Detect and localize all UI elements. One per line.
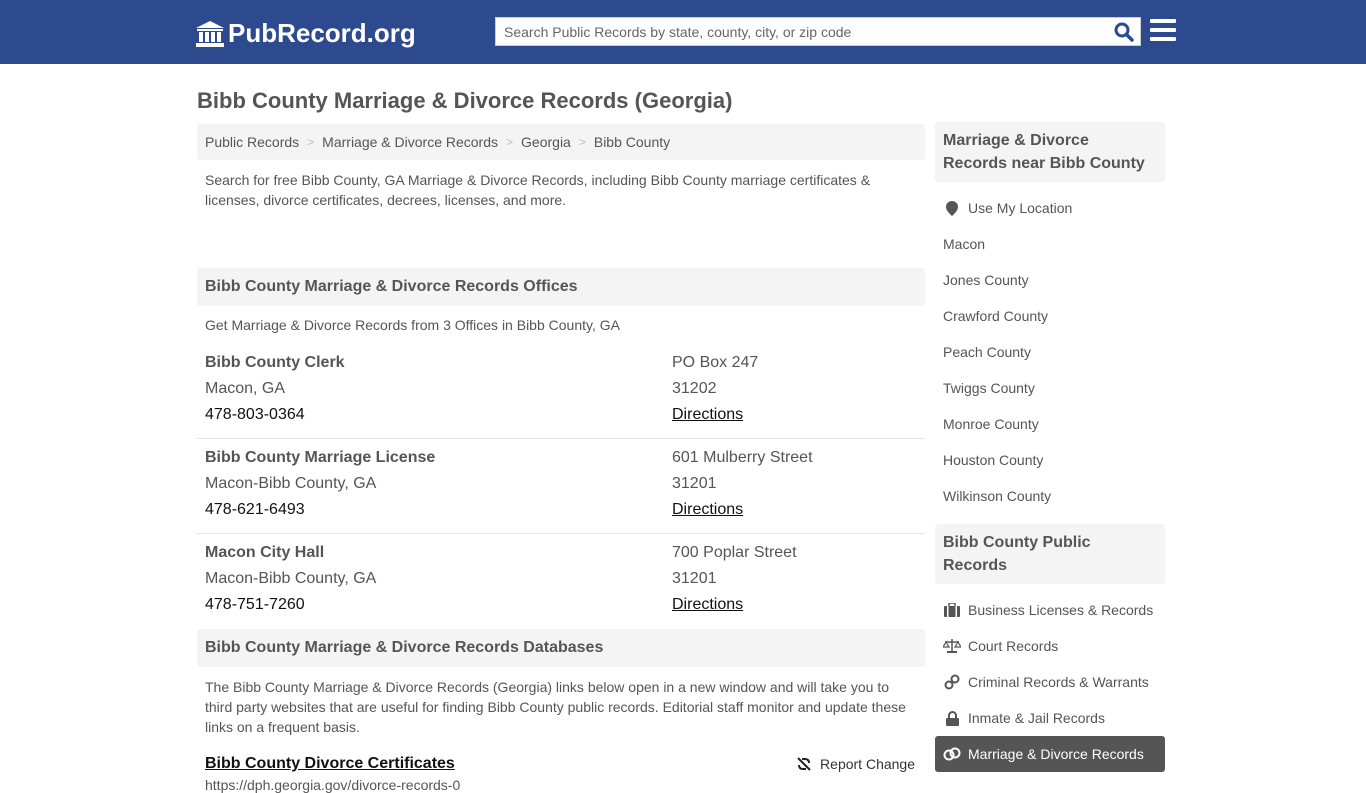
office-name: Macon City Hall [205,544,325,561]
office-address: PO Box 247 [672,354,759,371]
nearby-item[interactable]: Jones County [935,262,1165,298]
sidebar-item-criminal[interactable]: Criminal Records & Warrants [935,664,1165,700]
office-zip: 31201 [672,475,717,492]
briefcase-icon [943,603,961,617]
use-location-label: Use My Location [968,200,1073,216]
breadcrumb-separator: > [506,135,514,149]
report-change-button[interactable]: Report Change [796,755,915,773]
nearby-item[interactable]: Houston County [935,442,1165,478]
office-item: Bibb County Clerk Macon, GA 478-803-0364… [197,344,925,439]
breadcrumb-marriage-divorce[interactable]: Marriage & Divorce Records [322,134,498,150]
nearby-item[interactable]: Macon [935,226,1165,262]
hamburger-menu-button[interactable] [1150,19,1176,43]
offices-section-header: Bibb County Marriage & Divorce Records O… [197,268,925,306]
courthouse-icon [196,20,224,47]
breadcrumb-bibb-county[interactable]: Bibb County [594,134,670,150]
office-zip: 31202 [672,380,717,397]
directions-link[interactable]: Directions [672,406,743,423]
main-content: Public Records > Marriage & Divorce Recor… [197,124,925,793]
public-records-header: Bibb County Public Records [935,524,1165,584]
office-city: Macon, GA [205,380,286,397]
nearby-item[interactable]: Crawford County [935,298,1165,334]
breadcrumb: Public Records > Marriage & Divorce Recor… [197,124,925,160]
nearby-list: Use My Location Macon Jones County Crawf… [935,182,1165,522]
map-pin-icon [943,200,961,216]
office-item: Macon City Hall Macon-Bibb County, GA 47… [197,534,925,629]
sidebar-item-label: Inmate & Jail Records [968,710,1105,726]
office-name: Bibb County Marriage License [205,449,436,466]
office-item: Bibb County Marriage License Macon-Bibb … [197,439,925,534]
office-address: 601 Mulberry Street [672,449,813,466]
logo-text: PubRecord.org [228,18,416,48]
office-phone[interactable]: 478-751-7260 [205,592,672,618]
rings-icon [943,747,961,761]
databases-subtext: The Bibb County Marriage & Divorce Recor… [205,679,906,735]
breadcrumb-separator: > [578,135,586,149]
site-logo[interactable]: PubRecord.org [196,18,416,49]
database-link[interactable]: Bibb County Divorce Certificates [205,755,455,773]
database-item: Bibb County Divorce Certificates Report … [197,755,925,773]
report-change-label: Report Change [820,756,915,772]
broken-link-icon [797,757,811,771]
search-icon [1114,22,1134,42]
directions-link[interactable]: Directions [672,596,743,613]
sidebar: Marriage & Divorce Records near Bibb Cou… [935,122,1165,780]
nearby-item[interactable]: Twiggs County [935,370,1165,406]
search-bar [495,17,1141,46]
office-phone[interactable]: 478-803-0364 [205,402,672,428]
lock-icon [943,710,961,726]
sidebar-item-inmate[interactable]: Inmate & Jail Records [935,700,1165,736]
offices-subtext: Get Marriage & Divorce Records from 3 Of… [205,317,620,333]
office-address: 700 Poplar Street [672,544,797,561]
nearby-item[interactable]: Peach County [935,334,1165,370]
sidebar-item-label: Business Licenses & Records [968,602,1154,618]
sidebar-item-marriage-divorce[interactable]: Marriage & Divorce Records [935,736,1165,772]
nearby-item[interactable]: Wilkinson County [935,478,1165,514]
office-city: Macon-Bibb County, GA [205,475,377,492]
top-navbar: PubRecord.org [0,0,1366,64]
sidebar-item-label: Court Records [968,638,1059,654]
public-records-list: Business Licenses & Records Court Record… [935,584,1165,780]
page-title: Bibb County Marriage & Divorce Records (… [197,88,733,113]
handcuffs-icon [943,674,961,690]
scale-icon [943,639,961,653]
offices-list: Bibb County Clerk Macon, GA 478-803-0364… [197,344,925,629]
directions-link[interactable]: Directions [672,501,743,518]
office-zip: 31201 [672,570,717,587]
sidebar-item-label: Marriage & Divorce Records [968,746,1144,762]
intro-text: Search for free Bibb County, GA Marriage… [205,172,871,208]
office-phone[interactable]: 478-621-6493 [205,497,672,523]
database-url: https://dph.georgia.gov/divorce-records-… [205,777,461,793]
breadcrumb-separator: > [307,135,315,149]
nearby-item[interactable]: Monroe County [935,406,1165,442]
sidebar-item-label: Criminal Records & Warrants [968,674,1149,690]
nearby-header: Marriage & Divorce Records near Bibb Cou… [935,122,1165,182]
use-my-location-button[interactable]: Use My Location [935,190,1165,226]
office-name: Bibb County Clerk [205,354,345,371]
search-input[interactable] [496,18,1108,45]
breadcrumb-public-records[interactable]: Public Records [205,134,299,150]
sidebar-item-court[interactable]: Court Records [935,628,1165,664]
sidebar-item-business[interactable]: Business Licenses & Records [935,592,1165,628]
office-city: Macon-Bibb County, GA [205,570,377,587]
breadcrumb-georgia[interactable]: Georgia [521,134,571,150]
databases-section-header: Bibb County Marriage & Divorce Records D… [197,629,925,667]
search-button[interactable] [1108,18,1140,45]
